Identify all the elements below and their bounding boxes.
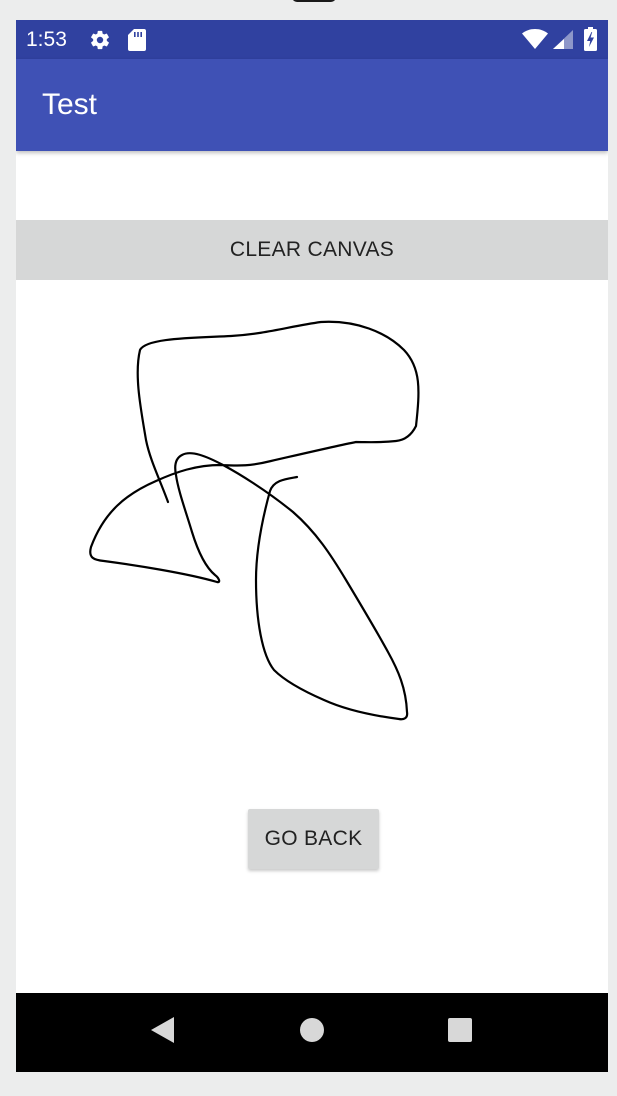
clear-canvas-button[interactable]: CLEAR CANVAS [16, 220, 608, 280]
drawn-stroke [89, 320, 420, 721]
status-time: 1:53 [26, 28, 67, 51]
system-nav-bar [16, 993, 608, 1072]
device-camera-notch [292, 0, 336, 2]
drawing-canvas[interactable] [16, 280, 608, 800]
nav-back-button[interactable] [123, 993, 203, 1072]
wifi-icon [522, 29, 548, 54]
phone-screen: 1:53 Test CLEAR CANVAS GO BACK [16, 20, 608, 1072]
square-recents-icon [447, 1017, 473, 1048]
cell-signal-icon [553, 30, 573, 54]
gear-icon [89, 29, 111, 56]
app-toolbar: Test [16, 59, 608, 151]
battery-charging-icon [584, 27, 597, 56]
app-title: Test [42, 88, 98, 121]
nav-recents-button[interactable] [420, 993, 500, 1072]
go-back-button[interactable]: GO BACK [248, 809, 379, 869]
sd-card-icon [128, 29, 146, 56]
triangle-back-icon [150, 1017, 176, 1048]
status-bar: 1:53 [16, 20, 608, 59]
circle-home-icon [299, 1017, 325, 1048]
nav-home-button[interactable] [272, 993, 352, 1072]
